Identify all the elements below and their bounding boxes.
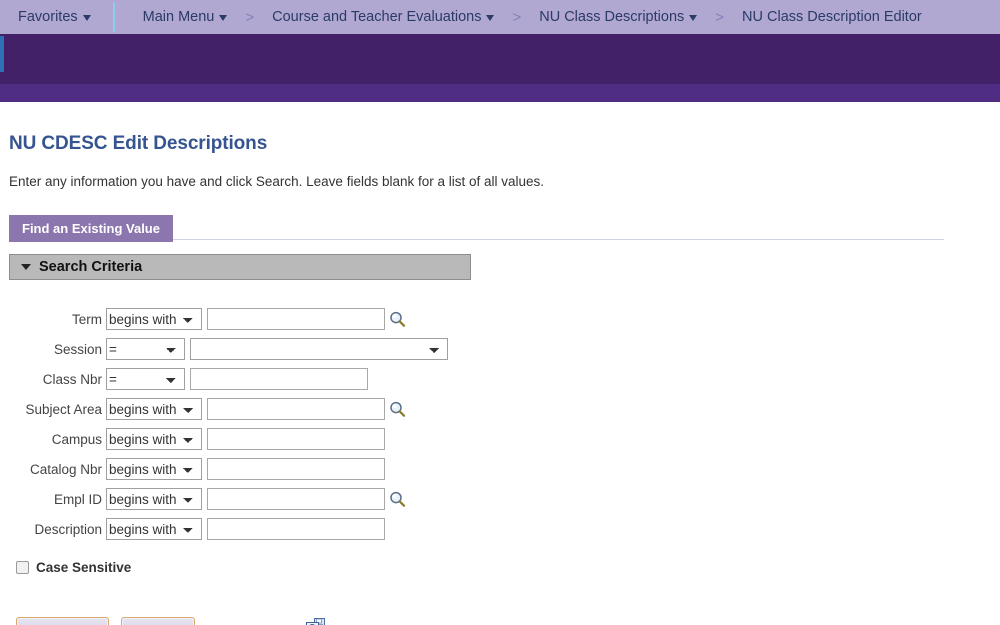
banner-lower-strip <box>0 84 1000 102</box>
breadcrumb-label: NU Class Description Editor <box>742 9 922 25</box>
triangle-down-icon[interactable] <box>21 264 31 270</box>
breadcrumb-item-nu-class-description-editor[interactable]: NU Class Description Editor <box>738 9 926 25</box>
field-label: Catalog Nbr <box>29 461 102 477</box>
tab-find-an-existing-value[interactable]: Find an Existing Value <box>9 215 173 242</box>
search-field-row: Subject Areabegins with= <box>9 396 1000 422</box>
nav-favorites[interactable]: Favorites <box>0 9 113 25</box>
search-button[interactable]: Search <box>16 617 109 625</box>
field-value-input[interactable] <box>207 488 385 510</box>
field-value-input[interactable] <box>190 368 368 390</box>
page-title: NU CDESC Edit Descriptions <box>9 133 268 154</box>
search-field-row: Descriptionbegins with= <box>9 516 1000 542</box>
page-instructions: Enter any information you have and click… <box>9 174 545 189</box>
operator-select[interactable]: begins with= <box>106 518 202 540</box>
breadcrumb-label: NU Class Descriptions <box>539 9 685 25</box>
search-criteria-header[interactable]: Search Criteria <box>9 254 471 280</box>
search-field-row: Class Nbrbegins with= <box>9 366 1000 392</box>
field-label: Empl ID <box>53 491 102 507</box>
action-button-row: Search Clear Basic Search Save Search Cr… <box>9 617 1000 625</box>
chevron-down-icon <box>219 15 228 21</box>
field-value-select[interactable] <box>190 338 448 360</box>
breadcrumb-separator: > <box>512 8 522 26</box>
case-sensitive-row[interactable]: Case Sensitive <box>9 560 1000 575</box>
search-field-row: Catalog Nbrbegins with= <box>9 456 1000 482</box>
search-criteria-title: Search Criteria <box>39 259 143 275</box>
field-label: Description <box>34 521 102 537</box>
case-sensitive-label: Case Sensitive <box>36 560 132 575</box>
operator-select[interactable]: begins with= <box>106 338 185 360</box>
header-banner <box>0 34 1000 102</box>
save-search-icon[interactable] <box>306 618 326 625</box>
operator-select[interactable]: begins with= <box>106 428 202 450</box>
field-value-input[interactable] <box>207 398 385 420</box>
breadcrumb-separator: > <box>715 8 725 26</box>
nav-favorites-label: Favorites <box>18 9 78 25</box>
breadcrumb-label: Course and Teacher Evaluations <box>272 9 482 25</box>
breadcrumb-separator: > <box>245 8 255 26</box>
magnifier-icon[interactable] <box>388 490 406 508</box>
case-sensitive-checkbox[interactable] <box>16 561 29 574</box>
banner-accent-mark <box>0 36 4 72</box>
field-value-input[interactable] <box>207 518 385 540</box>
chevron-down-icon <box>486 15 495 21</box>
field-label: Session <box>53 341 102 357</box>
page-content: NU CDESC Edit Descriptions Enter any inf… <box>0 133 1000 625</box>
operator-select[interactable]: begins with= <box>106 308 202 330</box>
operator-select[interactable]: begins with= <box>106 458 202 480</box>
search-field-row: Campusbegins with= <box>9 426 1000 452</box>
chevron-down-icon <box>82 15 91 21</box>
tab-strip: Find an Existing Value <box>9 215 944 242</box>
field-label: Class Nbr <box>42 371 102 387</box>
search-field-row: Termbegins with= <box>9 306 1000 332</box>
breadcrumb-navbar: Favorites Main Menu > Course and Teacher… <box>0 0 1000 34</box>
magnifier-icon[interactable] <box>388 310 406 328</box>
banner-main <box>0 34 1000 84</box>
magnifier-icon[interactable] <box>388 400 406 418</box>
clear-button[interactable]: Clear <box>121 617 195 625</box>
chevron-down-icon <box>689 15 698 21</box>
breadcrumb-item-course-and-teacher-evaluations[interactable]: Course and Teacher Evaluations <box>268 9 498 25</box>
field-value-input[interactable] <box>207 458 385 480</box>
field-label: Campus <box>51 431 102 447</box>
nav-main-menu[interactable]: Main Menu <box>117 9 232 25</box>
operator-select[interactable]: begins with= <box>106 398 202 420</box>
field-value-input[interactable] <box>207 308 385 330</box>
nav-main-menu-label: Main Menu <box>142 9 215 25</box>
operator-select[interactable]: begins with= <box>106 488 202 510</box>
nav-divider <box>112 2 115 32</box>
search-field-row: Sessionbegins with= <box>9 336 1000 362</box>
operator-select[interactable]: begins with= <box>106 368 185 390</box>
field-value-input[interactable] <box>207 428 385 450</box>
field-label: Subject Area <box>25 401 102 417</box>
breadcrumb-item-nu-class-descriptions[interactable]: NU Class Descriptions <box>535 9 701 25</box>
search-field-row: Empl IDbegins with= <box>9 486 1000 512</box>
field-label: Term <box>72 311 102 327</box>
search-criteria-form: Termbegins with=Sessionbegins with=Class… <box>9 306 1000 542</box>
tab-label: Find an Existing Value <box>22 221 160 236</box>
